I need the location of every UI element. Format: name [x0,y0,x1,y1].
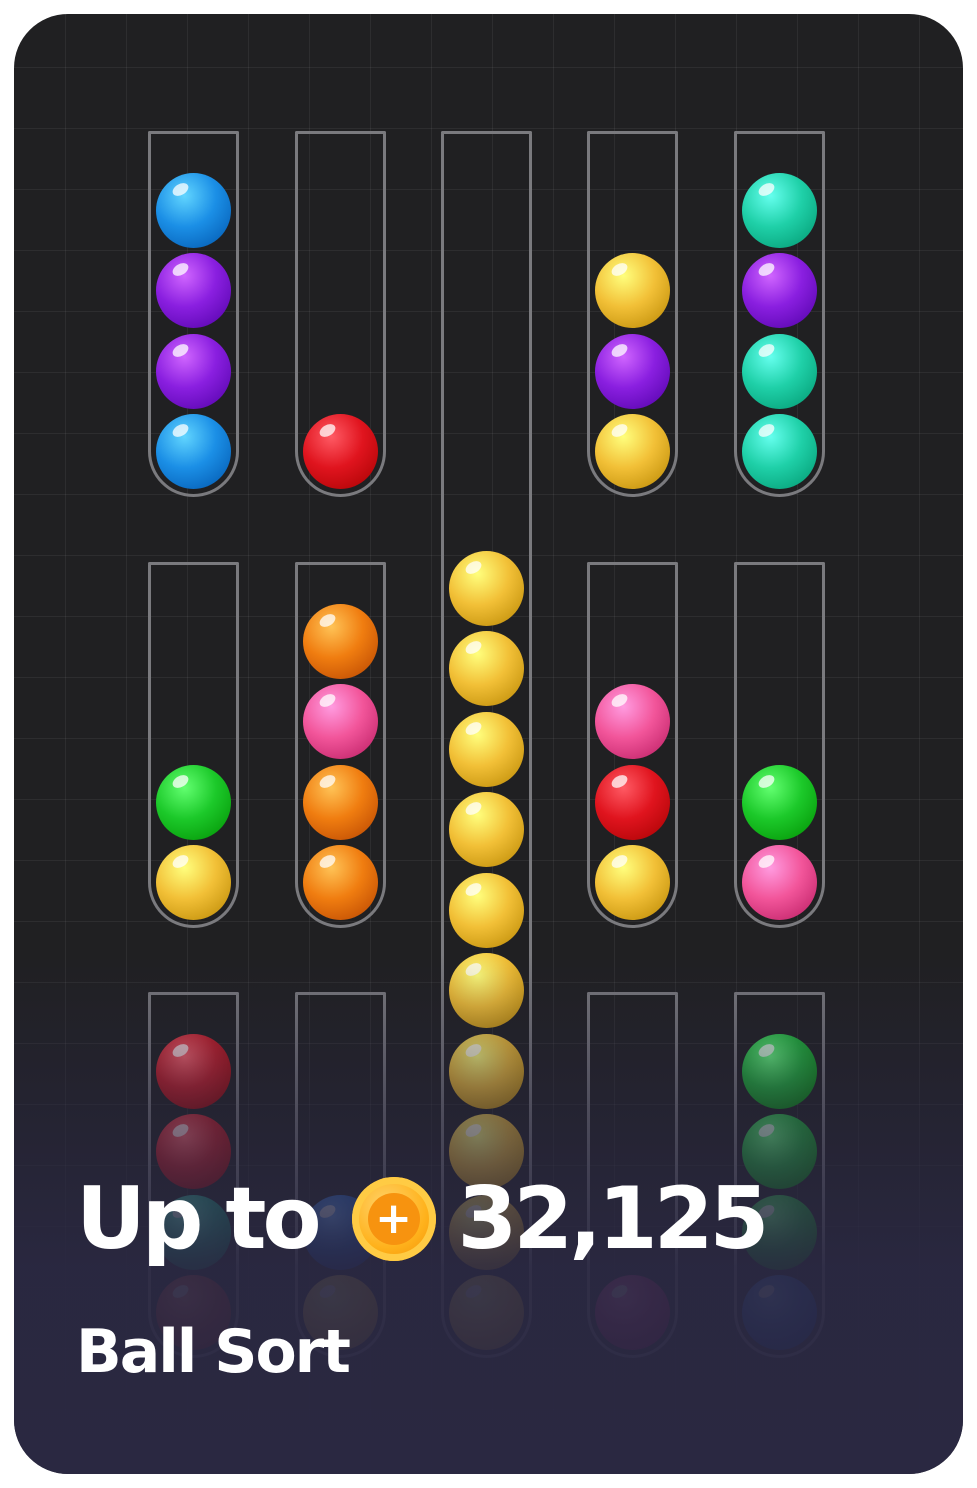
ball-orange [303,764,378,840]
ball-pink [303,684,378,759]
ball-teal [742,172,817,248]
reward-row: Up to + 32,125 [76,1164,770,1274]
ball-orange [303,603,378,679]
ball-red [595,764,670,840]
ball-yellow [595,253,670,328]
ball-orange [303,845,378,920]
ball-purple [156,253,231,328]
ball-yellow [595,845,670,920]
coin-icon: + [351,1177,436,1261]
ball-pink [742,845,817,920]
ball-darkgreen [742,1033,817,1109]
ball-yellow [449,711,524,787]
ball-blue [156,414,231,489]
ball-navy [742,1275,817,1350]
ball-darkred [156,1033,231,1109]
game-title: Ball Sort [76,1317,351,1387]
ball-yellow [449,1033,524,1109]
ball-green [156,764,231,840]
ball-yellow [449,792,524,867]
ball-pink [595,684,670,759]
ball-teal [742,414,817,489]
ball-green [742,764,817,840]
game-card[interactable]: Up to + 32,125 Ball Sort [14,14,963,1474]
ball-yellow [595,414,670,489]
ball-yellow [449,953,524,1028]
ball-purple [156,333,231,409]
ball-yellow [449,631,524,706]
ball-blue [156,172,231,248]
reward-amount: 32,125 [457,1169,770,1269]
ball-yellow [156,845,231,920]
coin-plus-symbol: + [367,1193,420,1245]
ball-red [303,414,378,489]
ball-yellow [449,1275,524,1350]
ball-yellow [449,550,524,626]
reward-prefix: Up to [76,1169,322,1269]
ball-teal [742,333,817,409]
ball-purple [742,253,817,328]
ball-purple [595,333,670,409]
ball-magenta [595,1275,670,1350]
ball-yellow [449,872,524,948]
